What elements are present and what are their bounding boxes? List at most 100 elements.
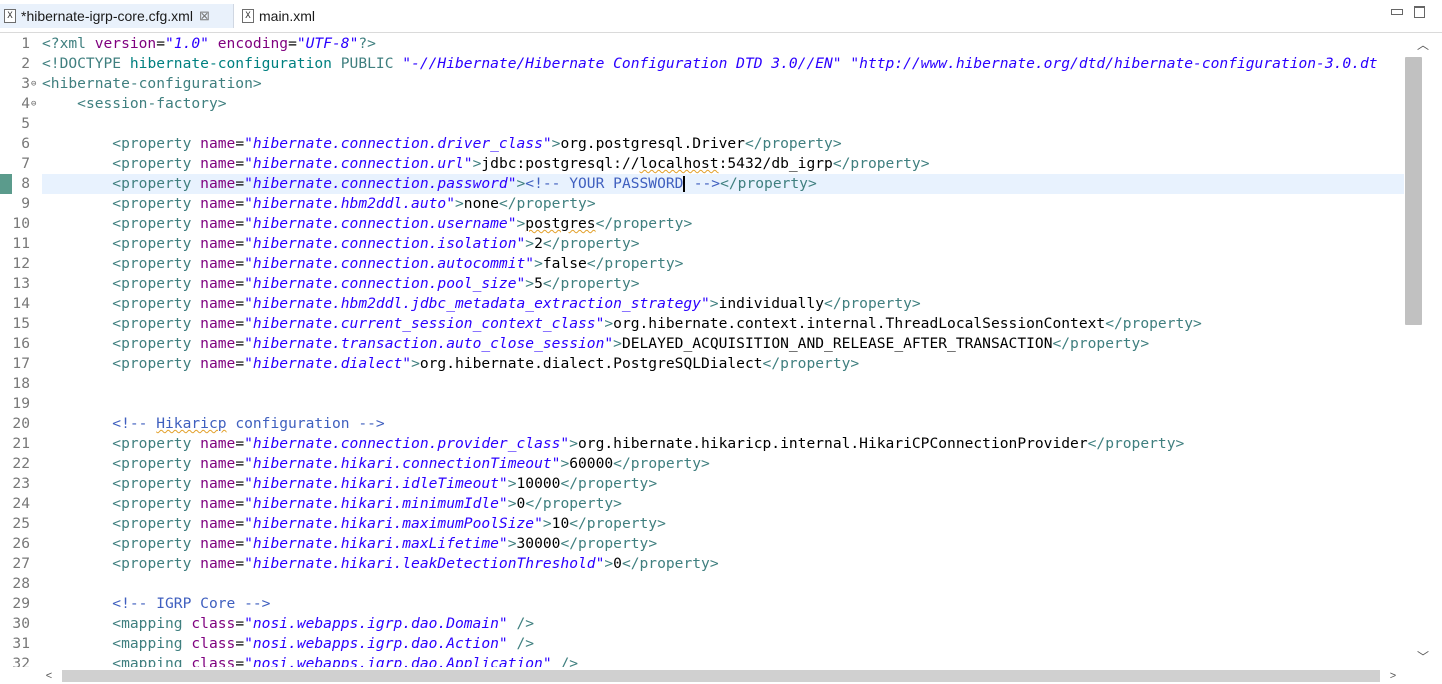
code-line[interactable]: 5 (0, 114, 1404, 134)
code-text: <property name="hibernate.dialect">org.h… (42, 354, 859, 374)
vertical-scroll-thumb[interactable] (1405, 57, 1422, 325)
code-line[interactable]: 23 <property name="hibernate.hikari.idle… (0, 474, 1404, 494)
close-tab-icon[interactable]: ⊠ (199, 8, 210, 24)
code-line[interactable]: 31 <mapping class="nosi.webapps.igrp.dao… (0, 634, 1404, 654)
code-line[interactable]: 1 <?xml version="1.0" encoding="UTF-8"?> (0, 34, 1404, 54)
code-token: name (200, 555, 236, 572)
code-token: jdbc:postgresql:// (481, 155, 640, 172)
code-token: <property (112, 275, 201, 292)
code-line[interactable]: 8 <property name="hibernate.connection.p… (0, 174, 1404, 194)
code-line[interactable]: 19 (0, 394, 1404, 414)
scroll-down-icon[interactable]: ﹀ (1404, 647, 1442, 665)
code-token: = (235, 635, 245, 652)
code-line[interactable]: 10 <property name="hibernate.connection.… (0, 214, 1404, 234)
code-token: <property (112, 135, 201, 152)
code-text: <hibernate-configuration> (42, 74, 262, 94)
code-token: localhost (639, 155, 719, 172)
code-line[interactable]: 17 <property name="hibernate.dialect">or… (0, 354, 1404, 374)
code-token: "hibernate.transaction.auto_close_sessio… (244, 335, 614, 352)
code-token: "hibernate.dialect" (244, 355, 412, 372)
code-token: "nosi.webapps.igrp.dao.Domain" (244, 615, 508, 632)
code-line[interactable]: 30 <mapping class="nosi.webapps.igrp.dao… (0, 614, 1404, 634)
horizontal-scrollbar[interactable]: < > (0, 667, 1442, 684)
xml-editor[interactable]: 1 <?xml version="1.0" encoding="UTF-8"?> 2… (0, 33, 1404, 667)
code-token: <property (112, 335, 201, 352)
code-token: = (235, 515, 245, 532)
code-line[interactable]: 28 (0, 574, 1404, 594)
code-token: </property> (1105, 315, 1202, 332)
code-token: "hibernate.connection.pool_size" (244, 275, 526, 292)
code-line[interactable]: 12 <property name="hibernate.connection.… (0, 254, 1404, 274)
code-line[interactable]: 4 ⊖ <session-factory> (0, 94, 1404, 114)
code-token: org.postgresql.Driver (560, 135, 745, 152)
code-token: encoding (217, 35, 289, 52)
code-token: = (235, 615, 245, 632)
tab-main-xml[interactable]: X main.xml (238, 4, 328, 28)
code-token: <property (112, 535, 201, 552)
code-line[interactable]: 25 <property name="hibernate.hikari.maxi… (0, 514, 1404, 534)
line-number: 3 (21, 75, 30, 92)
fold-collapse-icon[interactable]: ⊖ (31, 79, 36, 89)
code-token: 10 (551, 515, 570, 532)
scroll-up-icon[interactable]: ︿ (1404, 35, 1442, 53)
code-token: </property> (498, 195, 596, 212)
code-token: > (525, 275, 535, 292)
code-token: </property> (595, 215, 693, 232)
code-token: name (200, 315, 236, 332)
horizontal-scroll-thumb[interactable] (62, 670, 1380, 682)
code-token: </property> (560, 535, 658, 552)
scroll-right-icon[interactable]: > (1384, 667, 1402, 684)
line-number: 10 (12, 215, 30, 232)
code-line[interactable]: 7 <property name="hibernate.connection.u… (0, 154, 1404, 174)
code-token: name (200, 135, 236, 152)
code-token: > (542, 515, 552, 532)
code-line[interactable]: 32 <mapping class="nosi.webapps.igrp.dao… (0, 654, 1404, 667)
code-token: > (411, 355, 420, 372)
tab-hibernate-cfg[interactable]: X *hibernate-igrp-core.cfg.xml ⊠ (0, 4, 234, 28)
code-line[interactable]: 14 <property name="hibernate.hbm2ddl.jdb… (0, 294, 1404, 314)
code-token: false (542, 255, 587, 272)
code-token: = (235, 175, 245, 192)
code-line[interactable]: 20 <!-- Hikaricp configuration --> (0, 414, 1404, 434)
code-token: Hikaricp (156, 415, 227, 432)
scroll-left-icon[interactable]: < (40, 667, 58, 684)
code-line[interactable]: 15 <property name="hibernate.current_ses… (0, 314, 1404, 334)
fold-collapse-icon[interactable]: ⊖ (31, 99, 36, 109)
line-number: 5 (21, 115, 30, 132)
code-token: = (235, 215, 245, 232)
maximize-icon[interactable] (1412, 5, 1426, 19)
code-line[interactable]: 22 <property name="hibernate.hikari.conn… (0, 454, 1404, 474)
code-line[interactable]: 26 <property name="hibernate.hikari.maxL… (0, 534, 1404, 554)
code-line[interactable]: 27 <property name="hibernate.hikari.leak… (0, 554, 1404, 574)
code-token: = (235, 495, 245, 512)
code-line[interactable]: 18 (0, 374, 1404, 394)
code-token: "nosi.webapps.igrp.dao.Application" (244, 655, 552, 667)
code-text: <property name="hibernate.connection.aut… (42, 254, 683, 274)
code-token: "http://www.hibernate.org/dtd/hibernate-… (850, 55, 1378, 72)
vertical-scrollbar[interactable]: ︿ ﹀ (1404, 33, 1442, 667)
line-number: 26 (12, 535, 30, 552)
code-line[interactable]: 13 <property name="hibernate.connection.… (0, 274, 1404, 294)
code-token: </property> (542, 235, 640, 252)
minimize-icon[interactable] (1390, 5, 1404, 19)
code-line[interactable]: 3 ⊖ <hibernate-configuration> (0, 74, 1404, 94)
code-text: <property name="hibernate.hikari.idleTim… (42, 474, 657, 494)
code-line[interactable]: 2 <!DOCTYPE hibernate-configuration PUBLI… (0, 54, 1404, 74)
code-text: <property name="hibernate.connection.pas… (42, 174, 817, 194)
code-line[interactable]: 24 <property name="hibernate.hikari.mini… (0, 494, 1404, 514)
code-token: > (569, 435, 579, 452)
code-line[interactable]: 11 <property name="hibernate.connection.… (0, 234, 1404, 254)
code-line[interactable]: 29 <!-- IGRP Core --> (0, 594, 1404, 614)
code-line[interactable]: 16 <property name="hibernate.transaction… (0, 334, 1404, 354)
code-line[interactable]: 6 <property name="hibernate.connection.d… (0, 134, 1404, 154)
code-token: <mapping (112, 655, 192, 667)
code-token: </property> (586, 255, 684, 272)
code-line[interactable]: 9 <property name="hibernate.hbm2ddl.auto… (0, 194, 1404, 214)
code-line[interactable]: 21 <property name="hibernate.connection.… (0, 434, 1404, 454)
